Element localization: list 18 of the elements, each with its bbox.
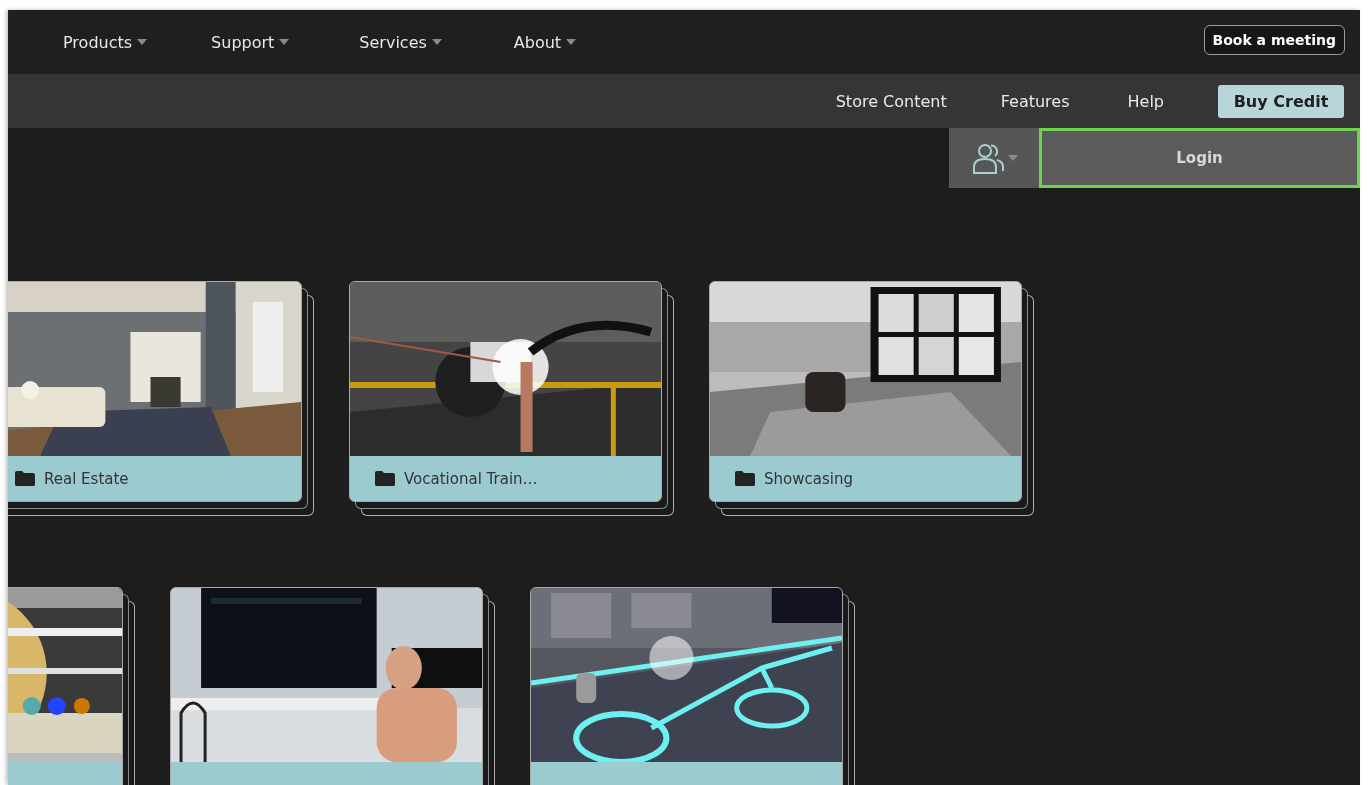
users-icon xyxy=(970,141,1005,175)
card-title: Vocational Train… xyxy=(404,469,538,488)
nav-menu-item[interactable]: About xyxy=(513,32,577,52)
nav-link[interactable]: Store Content xyxy=(835,91,947,111)
nav-link[interactable]: Help xyxy=(1127,91,1164,111)
user-menu-button[interactable] xyxy=(949,128,1039,188)
buy-credit-button[interactable]: Buy Credit xyxy=(1218,84,1344,118)
book-meeting-button[interactable]: Book a meeting xyxy=(1203,25,1345,55)
nav-link[interactable]: Features xyxy=(1000,91,1070,111)
folder-icon xyxy=(734,470,756,487)
card-title: Showcasing xyxy=(764,469,853,488)
card-title: Real Estate xyxy=(44,469,129,488)
nav-menu-item[interactable]: Services xyxy=(359,32,442,52)
nav-menu-item[interactable]: Support xyxy=(211,32,290,52)
login-button[interactable]: Login xyxy=(1039,128,1360,188)
folder-icon xyxy=(374,470,396,487)
folder-icon xyxy=(14,470,36,487)
nav-menu-item[interactable]: Products xyxy=(63,32,148,52)
